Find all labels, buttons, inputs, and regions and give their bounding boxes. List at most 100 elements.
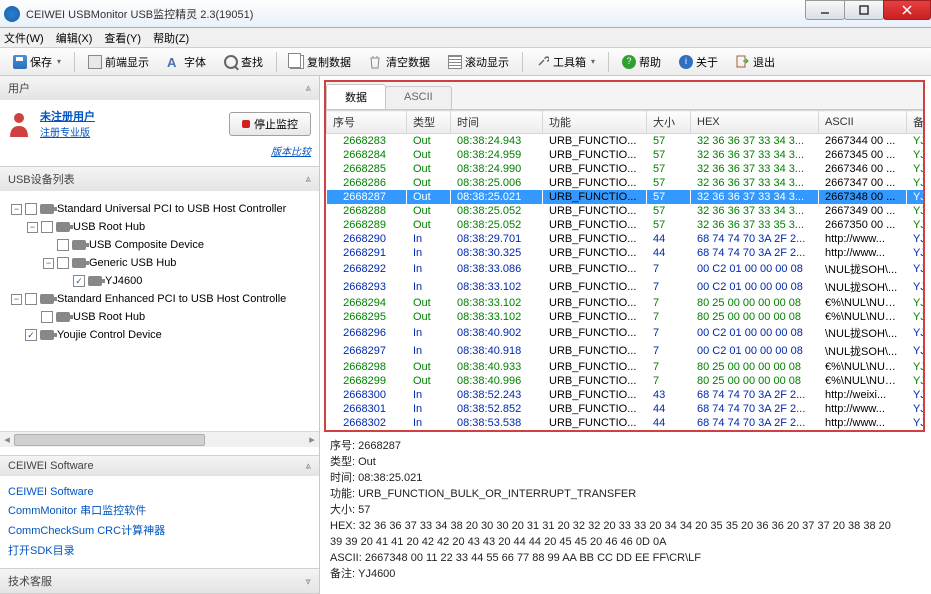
cell: YJ4600 bbox=[907, 218, 924, 232]
unregistered-link[interactable]: 未注册用户 bbox=[40, 111, 95, 123]
tree-toggle[interactable]: − bbox=[43, 258, 54, 269]
about-button[interactable]: i关于 bbox=[672, 51, 725, 73]
table-row[interactable]: 2668283Out08:38:24.943URB_FUNCTIO...5732… bbox=[327, 134, 924, 149]
window-icon bbox=[88, 55, 102, 69]
copy-data-button[interactable]: 复制数据 bbox=[283, 51, 358, 73]
tree-toggle[interactable]: − bbox=[27, 222, 38, 233]
tree-node-label[interactable]: Youjie Control Device bbox=[57, 326, 162, 344]
menu-help[interactable]: 帮助(Z) bbox=[153, 30, 189, 46]
cell: €%\NUL\NUL... bbox=[819, 374, 907, 388]
cell: €%\NUL\NUL... bbox=[819, 360, 907, 374]
exit-button[interactable]: 退出 bbox=[729, 51, 782, 73]
col-seq[interactable]: 序号 bbox=[327, 111, 407, 134]
checkbox[interactable] bbox=[57, 257, 69, 269]
cell: YJ4600 bbox=[907, 246, 924, 260]
tree-node-label[interactable]: Generic USB Hub bbox=[89, 254, 176, 272]
cell: In bbox=[407, 402, 451, 416]
table-row[interactable]: 2668291In08:38:30.325URB_FUNCTIO...4468 … bbox=[327, 246, 924, 260]
tree-node-label[interactable]: Standard Universal PCI to USB Host Contr… bbox=[57, 200, 286, 218]
register-pro-link[interactable]: 注册专业版 bbox=[40, 128, 90, 139]
software-link[interactable]: CEIWEI Software bbox=[8, 484, 311, 500]
tree-node-label[interactable]: USB Composite Device bbox=[89, 236, 204, 254]
tree-toggle[interactable]: − bbox=[11, 294, 22, 305]
checkbox[interactable] bbox=[41, 221, 53, 233]
cell: 08:38:25.052 bbox=[451, 204, 543, 218]
toolbox-button[interactable]: 工具箱 bbox=[529, 51, 602, 73]
table-row[interactable]: 2668293In08:38:33.102URB_FUNCTIO...700 C… bbox=[327, 278, 924, 296]
cell: URB_FUNCTIO... bbox=[543, 324, 647, 342]
checkbox[interactable]: ✓ bbox=[25, 329, 37, 341]
tab-ascii[interactable]: ASCII bbox=[385, 86, 452, 109]
minimize-button[interactable] bbox=[805, 0, 845, 20]
front-display-button[interactable]: 前端显示 bbox=[81, 51, 156, 73]
close-button[interactable] bbox=[883, 0, 931, 20]
checkbox[interactable]: ✓ bbox=[73, 275, 85, 287]
cell: 32 36 36 37 33 34 3... bbox=[691, 148, 819, 162]
col-size[interactable]: 大小 bbox=[647, 111, 691, 134]
cell: €%\NUL\NUL... bbox=[819, 296, 907, 310]
col-ascii[interactable]: ASCII bbox=[819, 111, 907, 134]
collapse-icon[interactable]: ⩓ bbox=[305, 83, 311, 94]
collapse-icon[interactable]: ⩓ bbox=[305, 461, 311, 472]
table-row[interactable]: 2668294Out08:38:33.102URB_FUNCTIO...780 … bbox=[327, 296, 924, 310]
table-row[interactable]: 2668284Out08:38:24.959URB_FUNCTIO...5732… bbox=[327, 148, 924, 162]
tree-node-label[interactable]: Standard Enhanced PCI to USB Host Contro… bbox=[57, 290, 286, 308]
stop-monitor-button[interactable]: 停止监控 bbox=[229, 112, 311, 136]
search-button[interactable]: 查找 bbox=[217, 51, 270, 73]
cell: URB_FUNCTIO... bbox=[543, 360, 647, 374]
tree-node-label[interactable]: USB Root Hub bbox=[73, 218, 145, 236]
tab-data[interactable]: 数据 bbox=[326, 84, 386, 109]
menu-file[interactable]: 文件(W) bbox=[4, 30, 44, 46]
separator bbox=[276, 52, 277, 72]
help-button[interactable]: ?帮助 bbox=[615, 51, 668, 73]
table-row[interactable]: 2668296In08:38:40.902URB_FUNCTIO...700 C… bbox=[327, 324, 924, 342]
collapse-icon[interactable]: ⩓ bbox=[305, 174, 311, 185]
table-row[interactable]: 2668288Out08:38:25.052URB_FUNCTIO...5732… bbox=[327, 204, 924, 218]
col-remark[interactable]: 备注 bbox=[907, 111, 924, 134]
tree-node-label[interactable]: YJ4600 bbox=[105, 272, 142, 290]
checkbox[interactable] bbox=[25, 203, 37, 215]
table-row[interactable]: 2668285Out08:38:24.990URB_FUNCTIO...5732… bbox=[327, 162, 924, 176]
maximize-button[interactable] bbox=[844, 0, 884, 20]
separator bbox=[522, 52, 523, 72]
data-grid[interactable]: 序号 类型 时间 功能 大小 HEX ASCII 备注 2668283Out08… bbox=[326, 110, 923, 430]
checkbox[interactable] bbox=[57, 239, 69, 251]
device-icon bbox=[72, 240, 86, 250]
software-link[interactable]: CommCheckSum CRC计算神器 bbox=[8, 520, 311, 540]
checkbox[interactable] bbox=[25, 293, 37, 305]
font-button[interactable]: A字体 bbox=[160, 51, 213, 73]
save-button[interactable]: 保存 bbox=[6, 51, 68, 73]
expand-icon[interactable]: ⩔ bbox=[305, 576, 311, 587]
cell: In bbox=[407, 232, 451, 246]
menu-edit[interactable]: 编辑(X) bbox=[56, 30, 93, 46]
scroll-display-button[interactable]: 滚动显示 bbox=[441, 51, 516, 73]
table-row[interactable]: 2668297In08:38:40.918URB_FUNCTIO...700 C… bbox=[327, 342, 924, 360]
software-link[interactable]: CommMonitor 串口监控软件 bbox=[8, 500, 311, 520]
device-tree[interactable]: − Standard Universal PCI to USB Host Cont… bbox=[0, 191, 319, 431]
col-type[interactable]: 类型 bbox=[407, 111, 451, 134]
table-row[interactable]: 2668292In08:38:33.086URB_FUNCTIO...700 C… bbox=[327, 260, 924, 278]
menu-view[interactable]: 查看(Y) bbox=[104, 30, 141, 46]
col-func[interactable]: 功能 bbox=[543, 111, 647, 134]
tree-node-label[interactable]: USB Root Hub bbox=[73, 308, 145, 326]
cell: 32 36 36 37 33 34 3... bbox=[691, 162, 819, 176]
table-row[interactable]: 2668290In08:38:29.701URB_FUNCTIO...4468 … bbox=[327, 232, 924, 246]
table-row[interactable]: 2668302In08:38:53.538URB_FUNCTIO...4468 … bbox=[327, 416, 924, 430]
table-row[interactable]: 2668295Out08:38:33.102URB_FUNCTIO...780 … bbox=[327, 310, 924, 324]
table-row[interactable]: 2668286Out08:38:25.006URB_FUNCTIO...5732… bbox=[327, 176, 924, 190]
checkbox[interactable] bbox=[41, 311, 53, 323]
cell: 57 bbox=[647, 190, 691, 204]
table-row[interactable]: 2668301In08:38:52.852URB_FUNCTIO...4468 … bbox=[327, 402, 924, 416]
table-row[interactable]: 2668299Out08:38:40.996URB_FUNCTIO...780 … bbox=[327, 374, 924, 388]
table-row[interactable]: 2668300In08:38:52.243URB_FUNCTIO...4368 … bbox=[327, 388, 924, 402]
table-row[interactable]: 2668298Out08:38:40.933URB_FUNCTIO...780 … bbox=[327, 360, 924, 374]
col-time[interactable]: 时间 bbox=[451, 111, 543, 134]
version-compare-link[interactable]: 版本比较 bbox=[271, 147, 311, 158]
table-row[interactable]: 2668289Out08:38:25.052URB_FUNCTIO...5732… bbox=[327, 218, 924, 232]
horizontal-scrollbar[interactable]: ◂▸ bbox=[0, 431, 319, 447]
software-link[interactable]: 打开SDK目录 bbox=[8, 540, 311, 560]
tree-toggle[interactable]: − bbox=[11, 204, 22, 215]
clear-data-button[interactable]: 清空数据 bbox=[362, 51, 437, 73]
table-row[interactable]: 2668287Out08:38:25.021URB_FUNCTIO...5732… bbox=[327, 190, 924, 204]
col-hex[interactable]: HEX bbox=[691, 111, 819, 134]
